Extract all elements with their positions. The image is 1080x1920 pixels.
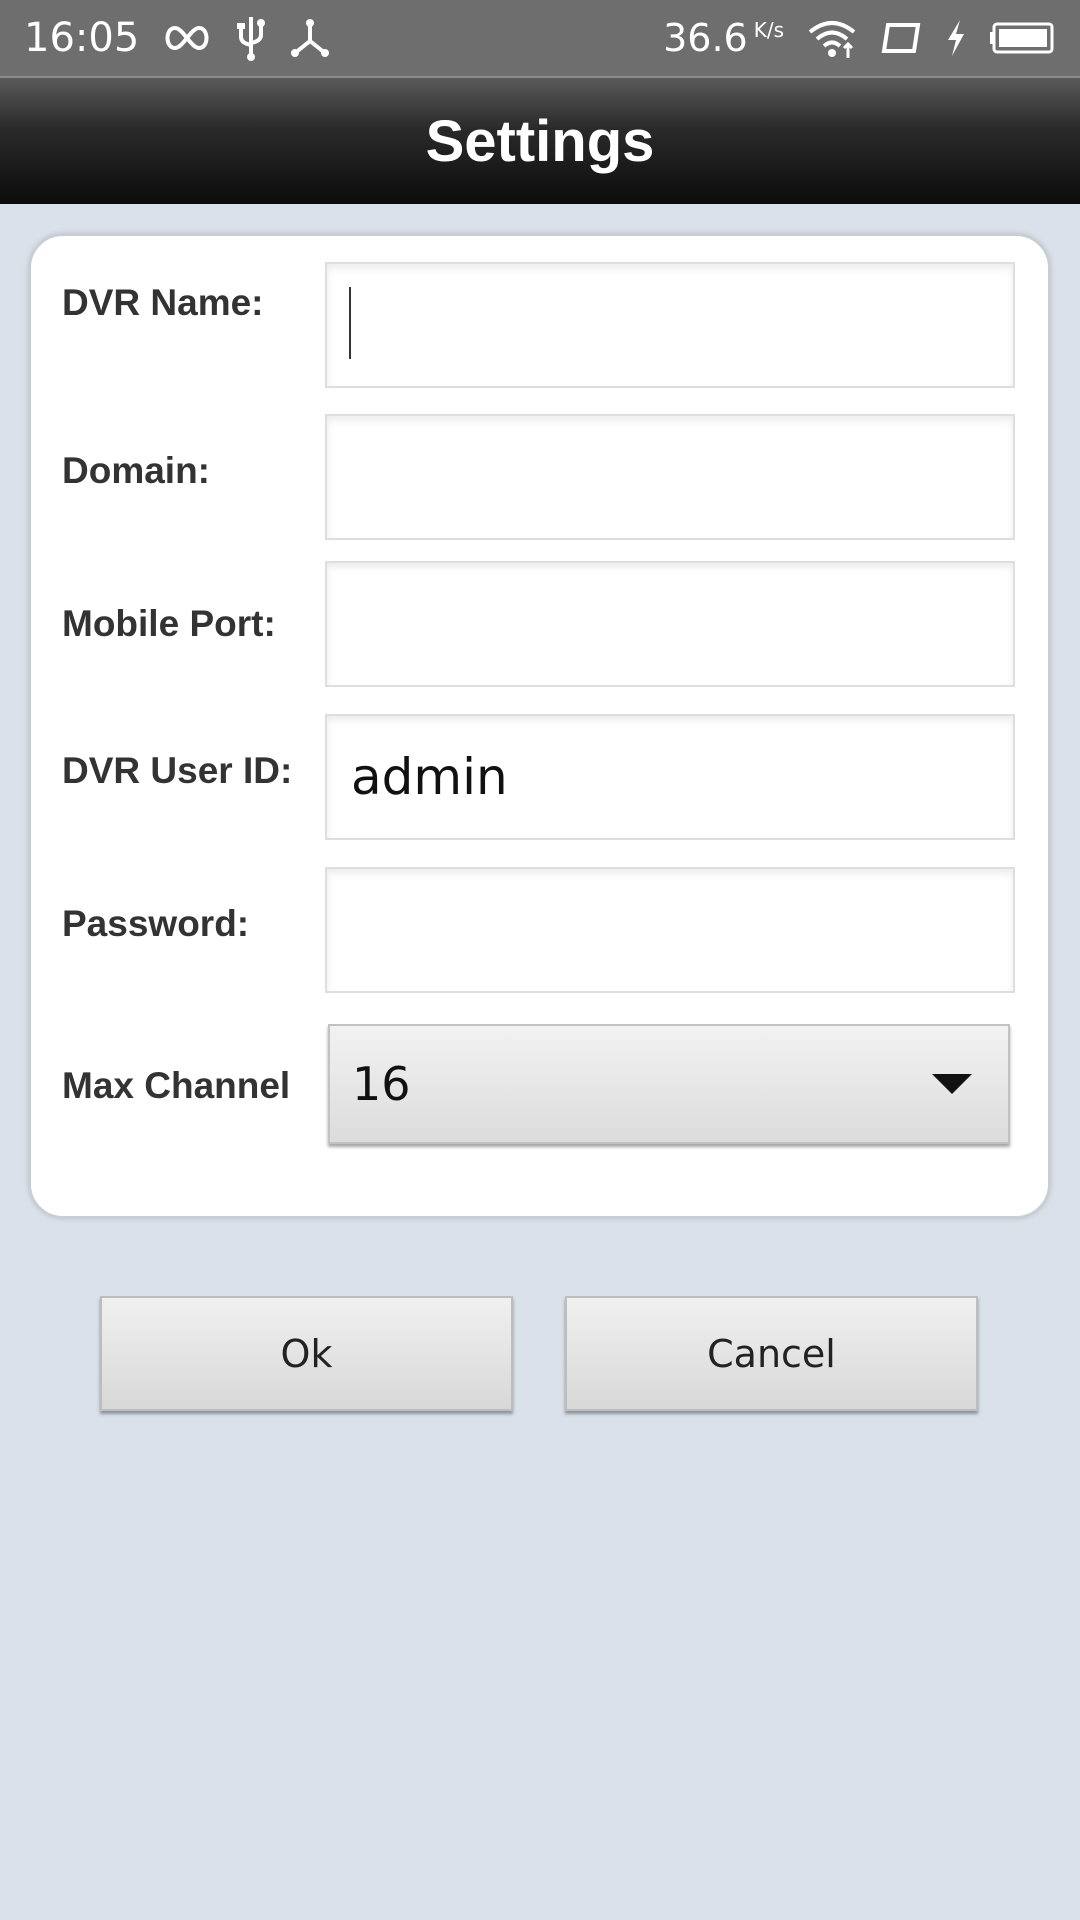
battery-icon — [990, 21, 1056, 55]
max-channel-label: Max Channel — [62, 1065, 291, 1106]
wifi-icon — [806, 18, 858, 58]
page-title: Settings — [425, 108, 655, 174]
dvr-name-input[interactable] — [325, 262, 1015, 388]
title-bar: Settings — [0, 76, 1080, 204]
domain-input[interactable] — [325, 414, 1015, 540]
share-icon — [289, 17, 331, 59]
password-label: Password: — [62, 903, 250, 944]
dvr-name-label: DVR Name: — [62, 282, 264, 323]
mobile-port-input[interactable] — [325, 561, 1015, 687]
dvr-user-id-input[interactable] — [325, 714, 1015, 840]
status-time: 16:05 — [24, 15, 140, 61]
max-channel-dropdown[interactable]: 16 — [328, 1024, 1010, 1144]
cancel-button[interactable]: Cancel — [565, 1296, 978, 1411]
status-bar-right: 36.6 K/s — [663, 16, 1056, 60]
usb-icon — [235, 15, 267, 61]
mobile-port-label: Mobile Port: — [62, 603, 276, 644]
infinity-icon — [161, 24, 213, 52]
settings-form-card: DVR Name: Domain: Mobile Port: DVR User … — [29, 234, 1050, 1218]
network-speed-value: 36.6 — [663, 16, 748, 60]
status-bar: 16:05 36.6 K/s — [0, 0, 1080, 76]
status-bar-left: 16:05 — [24, 15, 331, 61]
screen-icon — [880, 22, 922, 54]
password-input[interactable] — [325, 867, 1015, 993]
ok-button[interactable]: Ok — [100, 1296, 513, 1411]
domain-label: Domain: — [62, 450, 210, 491]
dvr-user-id-label: DVR User ID: — [62, 750, 293, 791]
text-cursor — [349, 287, 351, 359]
charging-icon — [944, 18, 968, 58]
dropdown-arrow-icon — [932, 1074, 972, 1094]
max-channel-value: 16 — [352, 1057, 411, 1111]
network-speed-unit: K/s — [753, 18, 784, 42]
network-speed: 36.6 K/s — [663, 16, 784, 60]
